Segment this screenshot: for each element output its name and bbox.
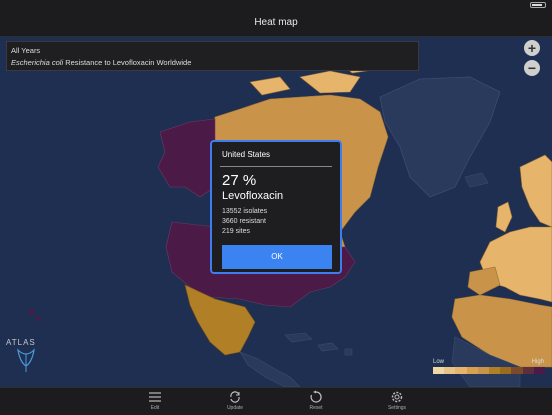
- region-uk: [495, 201, 513, 233]
- page-title: Heat map: [254, 17, 298, 28]
- region-iceland: [464, 172, 489, 188]
- legend-color-scale: [433, 367, 546, 374]
- heat-legend: Low High: [430, 359, 548, 381]
- region-hawaii: [28, 309, 41, 321]
- bottom-toolbar: Edit Update Reset Settings: [0, 387, 552, 415]
- region-scandinavia: [519, 154, 552, 228]
- map-description-box: All Years Escherichia coli Resistance to…: [6, 41, 419, 71]
- edit-icon: [149, 392, 161, 402]
- zoom-out-icon[interactable]: −: [524, 60, 540, 76]
- region-iberia: [467, 266, 501, 296]
- organism-label: Escherichia coli: [11, 58, 64, 67]
- atlas-logo: ATLAS: [6, 336, 46, 376]
- region-europe: [479, 226, 552, 303]
- battery-icon: [530, 2, 546, 8]
- update-label: Update: [226, 405, 244, 411]
- popup-divider: [220, 166, 332, 167]
- reset-label: Reset: [309, 405, 323, 411]
- popup-country: United States: [222, 150, 271, 159]
- edit-label: Edit: [150, 405, 160, 411]
- period-label: All Years: [11, 46, 41, 55]
- status-bar: [0, 0, 552, 10]
- region-central-america: [239, 351, 301, 387]
- edit-button[interactable]: Edit: [135, 390, 175, 411]
- popup-resistant: 3660 resistant: [222, 218, 266, 225]
- settings-label: Settings: [387, 405, 407, 411]
- settings-icon: [391, 391, 403, 403]
- popup-drug: Levofloxacin: [222, 190, 284, 202]
- popup-isolates: 13552 isolates: [222, 208, 268, 215]
- region-caribbean: [284, 332, 353, 356]
- legend-high-label: High: [531, 359, 544, 365]
- update-icon: [230, 391, 240, 403]
- legend-low-label: Low: [433, 359, 445, 365]
- zoom-in-icon[interactable]: +: [524, 40, 540, 56]
- description-label: Escherichia coli Resistance to Levofloxa…: [11, 58, 191, 67]
- ok-button[interactable]: OK: [222, 245, 332, 269]
- popup-sites: 219 sites: [222, 228, 251, 235]
- region-alaska: [157, 118, 216, 198]
- settings-button[interactable]: Settings: [377, 390, 417, 411]
- description-text: Resistance to Levofloxacin Worldwide: [63, 58, 192, 67]
- update-button[interactable]: Update: [215, 390, 255, 411]
- country-popup: United States 27 % Levofloxacin 13552 is…: [210, 140, 342, 274]
- reset-icon: [310, 390, 322, 403]
- popup-percent: 27 %: [222, 172, 257, 189]
- navigation-bar: Heat map: [0, 10, 552, 37]
- reset-button[interactable]: Reset: [296, 390, 336, 411]
